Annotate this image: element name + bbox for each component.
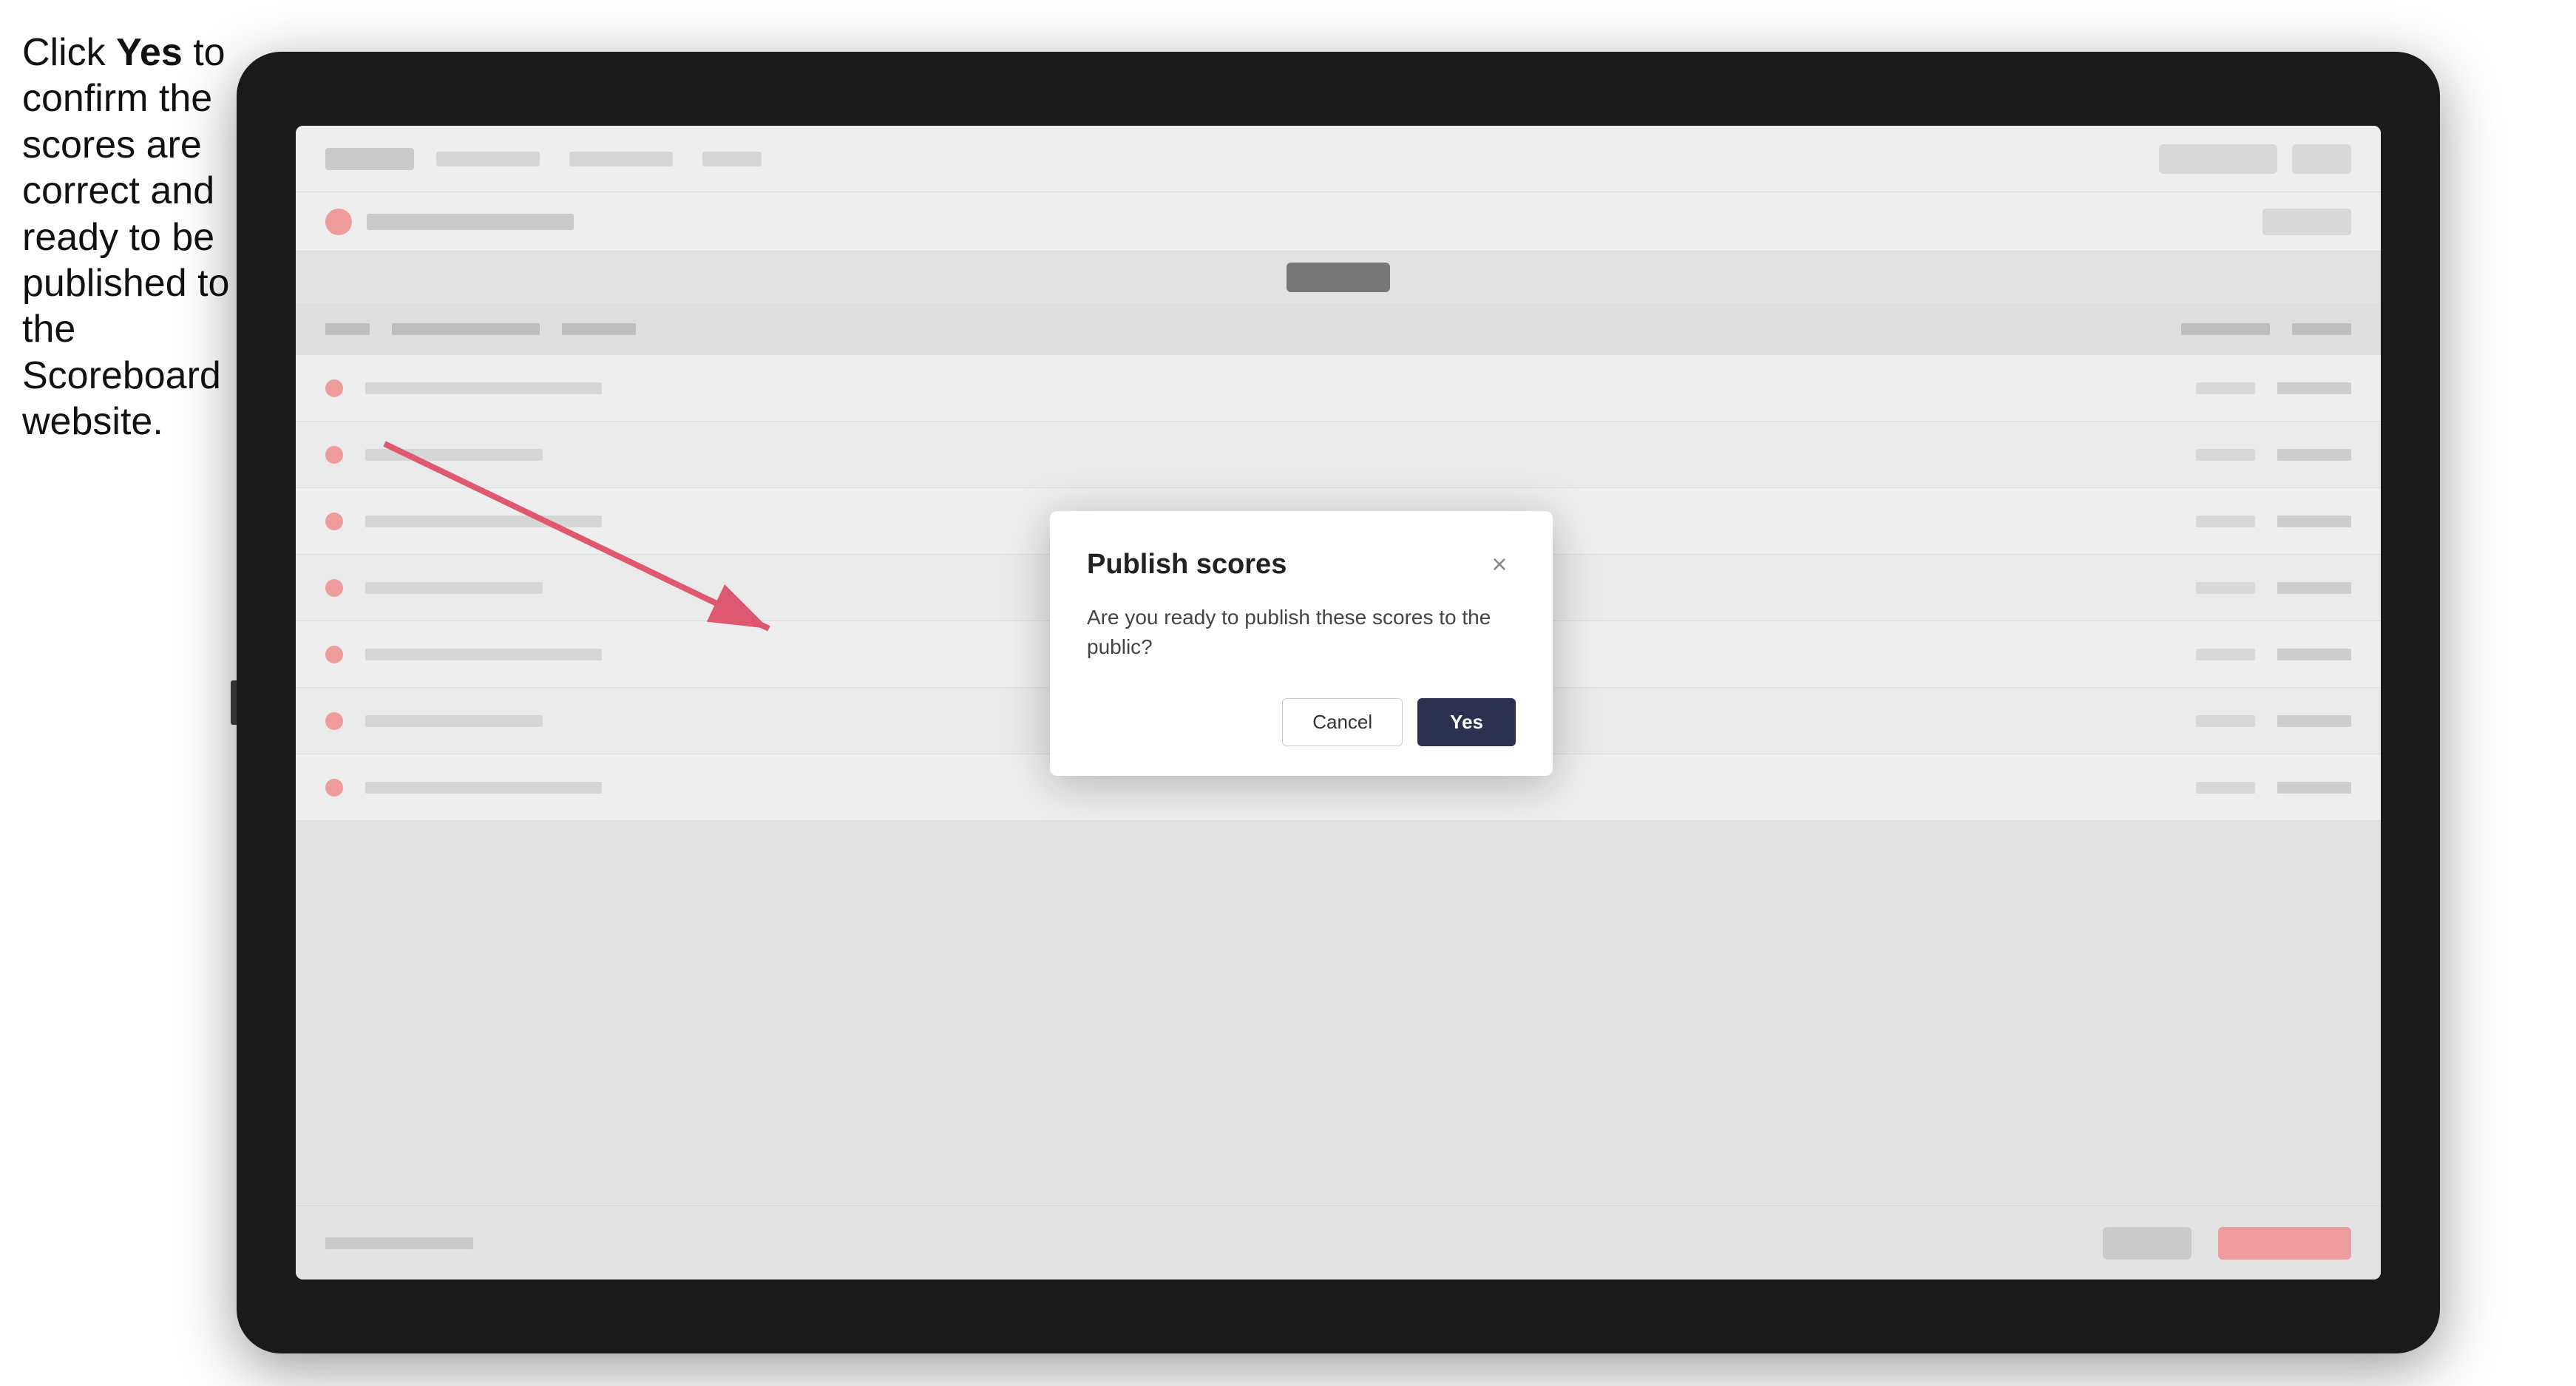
modal-footer: Cancel Yes xyxy=(1087,698,1516,746)
instruction-text: Click Yes to confirm the scores are corr… xyxy=(22,30,237,445)
tablet: Publish scores × Are you ready to publis… xyxy=(237,52,2440,1353)
tablet-screen: Publish scores × Are you ready to publis… xyxy=(296,126,2381,1279)
modal-header: Publish scores × xyxy=(1087,548,1516,581)
modal-overlay: Publish scores × Are you ready to publis… xyxy=(296,126,2381,1279)
tablet-side-button xyxy=(231,680,237,725)
modal-title: Publish scores xyxy=(1087,549,1287,581)
modal-close-button[interactable]: × xyxy=(1483,548,1516,581)
cancel-button[interactable]: Cancel xyxy=(1282,698,1403,746)
modal-body: Are you ready to publish these scores to… xyxy=(1087,603,1516,660)
modal-dialog: Publish scores × Are you ready to publis… xyxy=(1050,511,1553,775)
yes-button[interactable]: Yes xyxy=(1417,698,1516,746)
